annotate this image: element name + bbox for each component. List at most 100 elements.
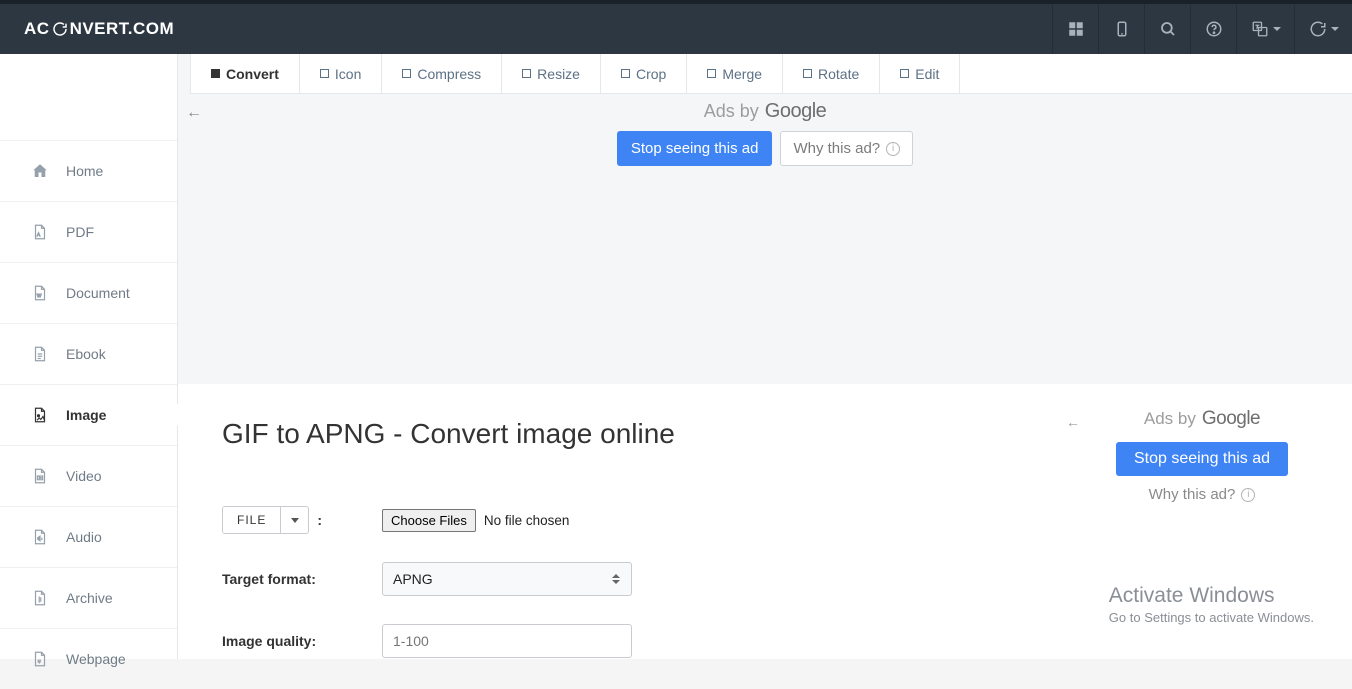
stop-ad-button[interactable]: Stop seeing this ad [617,131,773,166]
square-icon [522,69,531,78]
info-icon: i [886,142,900,156]
sidebar-item-ebook[interactable]: Ebook [0,323,177,384]
sidebar-item-pdf[interactable]: A PDF [0,201,177,262]
square-icon [402,69,411,78]
svg-text:A: A [37,232,40,237]
why-ad-button[interactable]: Why this ad? i [780,131,913,166]
square-icon [803,69,812,78]
mobile-icon[interactable] [1098,4,1144,54]
tab-label: Rotate [818,66,859,82]
file-input-group: Choose Files No file chosen [382,509,569,532]
sidebar-item-audio[interactable]: Audio [0,506,177,567]
tab-label: Merge [722,66,762,82]
tab-compress[interactable]: Compress [382,54,502,93]
sidebar-item-archive[interactable]: Archive [0,567,177,628]
why-ad-row[interactable]: Why this ad? i [1072,486,1332,503]
pdf-icon: A [30,223,50,241]
updown-icon [611,574,621,584]
sidebar-item-label: Webpage [66,651,126,667]
ad-center: Ads by Google Stop seeing this ad Why th… [605,100,925,166]
square-icon [320,69,329,78]
why-ad-label: Why this ad? [793,140,880,157]
square-icon [211,69,220,78]
image-quality-row: Image quality: [222,624,1308,658]
google-logo-text: Google [1202,408,1260,430]
sidebar-item-home[interactable]: Home [0,140,177,201]
document-icon: W [30,284,50,302]
back-arrow-icon[interactable]: ← [186,104,202,122]
image-icon [30,406,50,424]
svg-text:W: W [37,293,42,298]
square-icon [707,69,716,78]
chevron-down-icon [1331,27,1339,31]
translate-icon[interactable] [1236,4,1294,54]
google-logo-text: Google [765,100,827,123]
content-panel: GIF to APNG - Convert image online FILE … [178,384,1352,659]
sidebar-item-video[interactable]: Video [0,445,177,506]
file-source-dropdown[interactable] [280,507,308,533]
target-format-select[interactable]: APNG [382,562,632,596]
left-sidebar: Home A PDF W Document Ebook Image Video [0,54,178,659]
video-icon [30,467,50,485]
chevron-down-icon [1273,27,1281,31]
no-file-chosen: No file chosen [484,513,570,528]
sidebar-item-label: Archive [66,590,113,606]
tab-edit[interactable]: Edit [880,54,960,93]
square-icon [900,69,909,78]
ad-banner-top: ← Ads by Google Stop seeing this ad Why … [178,94,1352,384]
refresh-button[interactable] [1294,4,1352,54]
topbar-toolbar [1052,4,1352,54]
home-icon [30,162,50,180]
sidebar-item-label: Image [66,407,106,423]
webpage-icon [30,650,50,668]
select-value: APNG [393,571,433,587]
ads-by-label: Ads by Google [605,100,925,123]
image-quality-input[interactable] [382,624,632,658]
brand-suffix: NVERT.COM [70,19,175,39]
grid-icon[interactable] [1052,4,1098,54]
file-row: FILE : Choose Files No file chosen [222,506,1308,534]
audio-icon [30,528,50,546]
tab-icon[interactable]: Icon [300,54,382,93]
sidebar-item-label: Video [66,468,102,484]
archive-icon [30,589,50,607]
ad-banner-right: ← Ads by Google Stop seeing this ad Why … [1072,408,1332,503]
sidebar-item-document[interactable]: W Document [0,262,177,323]
square-icon [621,69,630,78]
chevron-down-icon [291,518,299,523]
file-source-button[interactable]: FILE [223,507,280,533]
ads-prefix: Ads by [1144,409,1196,429]
ebook-icon [30,345,50,363]
tab-bar: Convert Icon Compress Resize Crop Merge … [190,54,1352,94]
main-area: Convert Icon Compress Resize Crop Merge … [178,54,1352,659]
file-source-button-group: FILE [222,506,309,534]
info-icon: i [1241,488,1255,502]
tab-label: Icon [335,66,361,82]
colon: : [317,512,322,528]
top-navbar: AC NVERT.COM [0,0,1352,54]
help-icon[interactable] [1190,4,1236,54]
tab-resize[interactable]: Resize [502,54,601,93]
stop-ad-button[interactable]: Stop seeing this ad [1116,442,1288,476]
search-icon[interactable] [1144,4,1190,54]
tab-convert[interactable]: Convert [190,54,300,93]
target-format-label: Target format: [222,571,382,587]
why-ad-label: Why this ad? [1149,486,1236,503]
tab-crop[interactable]: Crop [601,54,687,93]
tab-label: Edit [915,66,939,82]
sidebar-item-label: Ebook [66,346,106,362]
ads-prefix: Ads by [704,101,759,122]
choose-files-button[interactable]: Choose Files [382,509,476,532]
tab-rotate[interactable]: Rotate [783,54,880,93]
sidebar-item-label: Home [66,163,103,179]
tab-label: Resize [537,66,580,82]
sidebar-item-label: PDF [66,224,94,240]
brand-logo[interactable]: AC NVERT.COM [0,19,174,39]
target-format-row: Target format: APNG [222,562,1308,596]
refresh-icon [52,21,68,37]
back-arrow-icon[interactable]: ← [1066,414,1080,430]
sidebar-item-image[interactable]: Image [0,384,177,445]
tab-label: Convert [226,66,279,82]
tab-merge[interactable]: Merge [687,54,783,93]
tab-label: Compress [417,66,481,82]
